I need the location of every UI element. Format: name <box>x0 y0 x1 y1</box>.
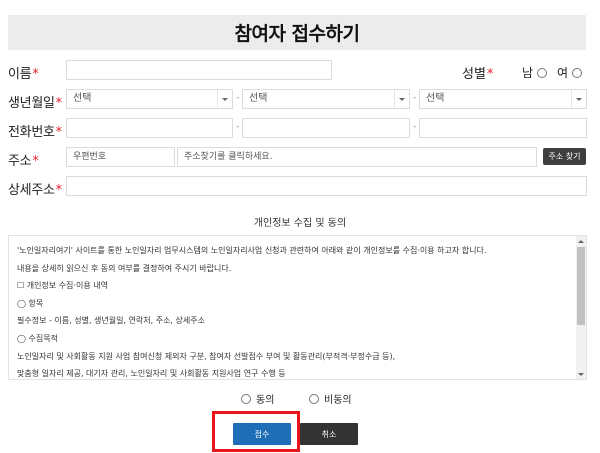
terms-line: '노인일자리여기' 사이트를 통한 노인일자리 업무시스템의 노인일자리사업 신… <box>17 246 487 255</box>
address-label: 주소* <box>8 150 39 169</box>
gender-male-radio[interactable] <box>537 67 548 78</box>
gender-female-radio[interactable] <box>572 67 583 78</box>
birth-label: 생년월일* <box>8 92 62 111</box>
name-label-text: 이름 <box>8 67 32 82</box>
zipcode-placeholder: 우편번호 <box>73 152 107 162</box>
scrollbar-thumb[interactable] <box>577 247 585 325</box>
agree-label: 동의 <box>256 395 275 406</box>
birth-separator: - <box>413 93 417 103</box>
address-placeholder: 주소찾기를 클릭하세요. <box>184 152 273 162</box>
terms-scrollbar[interactable] <box>576 236 586 379</box>
privacy-terms-text: '노인일자리여기' 사이트를 통한 노인일자리 업무시스템의 노인일자리사업 신… <box>17 242 573 379</box>
zipcode-input[interactable]: 우편번호 <box>66 147 175 167</box>
birth-separator: - <box>236 93 240 103</box>
phone-label: 전화번호* <box>8 121 62 140</box>
birth-day-select[interactable]: 선택 <box>419 89 587 109</box>
birth-month-value: 선택 <box>249 93 268 104</box>
name-label: 이름* <box>8 63 39 82</box>
address-label-text: 주소 <box>8 154 32 169</box>
gender-female-option[interactable]: 여 <box>557 64 583 81</box>
required-mark: * <box>55 183 63 198</box>
phone-part1-input[interactable] <box>66 118 233 138</box>
chevron-down-icon[interactable] <box>394 90 409 108</box>
terms-line: 필수정보 - 이름, 성별, 생년월일, 연락처, 주소, 상세주소 <box>17 316 205 326</box>
chevron-down-icon[interactable] <box>217 90 232 108</box>
phone-part3-input[interactable] <box>419 118 587 138</box>
birth-year-select[interactable]: 선택 <box>66 89 233 109</box>
scroll-up-icon[interactable] <box>576 236 586 246</box>
birth-year-value: 선택 <box>73 93 92 104</box>
cancel-button[interactable]: 취소 <box>300 423 358 445</box>
detail-address-input[interactable] <box>66 176 587 196</box>
required-mark: * <box>486 67 494 82</box>
required-mark: * <box>55 125 63 140</box>
terms-line: ◯ 수집목적 <box>17 333 58 343</box>
required-mark: * <box>55 96 63 111</box>
address-input[interactable]: 주소찾기를 클릭하세요. <box>177 147 537 167</box>
scroll-down-icon[interactable] <box>576 369 586 379</box>
required-mark: * <box>32 154 39 169</box>
required-mark: * <box>32 67 39 82</box>
terms-line: 내용을 상세히 읽으신 후 동의 여부를 결정하여 주시기 바랍니다. <box>17 263 232 273</box>
birth-month-select[interactable]: 선택 <box>242 89 410 109</box>
terms-line: 맞춤형 일자리 제공, 대기자 관리, 노인일자리 및 사회활동 지원사업 연구… <box>17 369 286 379</box>
page-title: 참여자 접수하기 <box>234 23 360 45</box>
phone-separator: - <box>413 122 417 132</box>
gender-male-option[interactable]: 남 <box>522 64 548 81</box>
chevron-down-icon[interactable] <box>571 90 586 108</box>
birth-label-text: 생년월일 <box>8 96 55 111</box>
disagree-label: 비동의 <box>324 395 352 406</box>
name-input[interactable] <box>66 60 332 80</box>
agree-radio[interactable] <box>241 393 251 404</box>
gender-label-text: 성별 <box>462 67 486 82</box>
disagree-radio[interactable] <box>309 393 319 404</box>
page-title-bar: 참여자 접수하기 <box>8 15 586 50</box>
terms-line: ☐ 개인정보 수집·이용 내역 <box>17 281 108 291</box>
gender-female-label: 여 <box>557 66 569 80</box>
privacy-section-title: 개인정보 수집 및 동의 <box>253 218 347 229</box>
privacy-terms-box[interactable]: '노인일자리여기' 사이트를 통한 노인일자리 업무시스템의 노인일자리사업 신… <box>8 235 587 380</box>
submit-button[interactable]: 접수 <box>233 423 291 445</box>
birth-day-value: 선택 <box>426 93 445 104</box>
phone-separator: - <box>236 122 240 132</box>
agree-option[interactable]: 동의 <box>241 391 274 406</box>
terms-line: 노인일자리 및 사회활동 지원 사업 참여신청 제외자 구분, 참여자 선발점수… <box>17 351 396 361</box>
terms-line: ◯ 항목 <box>17 298 44 308</box>
address-search-button[interactable]: 주소 찾기 <box>543 148 586 165</box>
gender-label: 성별* <box>462 63 493 82</box>
detail-address-label-text: 상세주소 <box>8 183 55 198</box>
phone-label-text: 전화번호 <box>8 125 55 140</box>
detail-address-label: 상세주소* <box>8 179 62 198</box>
disagree-option[interactable]: 비동의 <box>309 391 352 406</box>
gender-male-label: 남 <box>522 66 534 80</box>
phone-part2-input[interactable] <box>242 118 410 138</box>
